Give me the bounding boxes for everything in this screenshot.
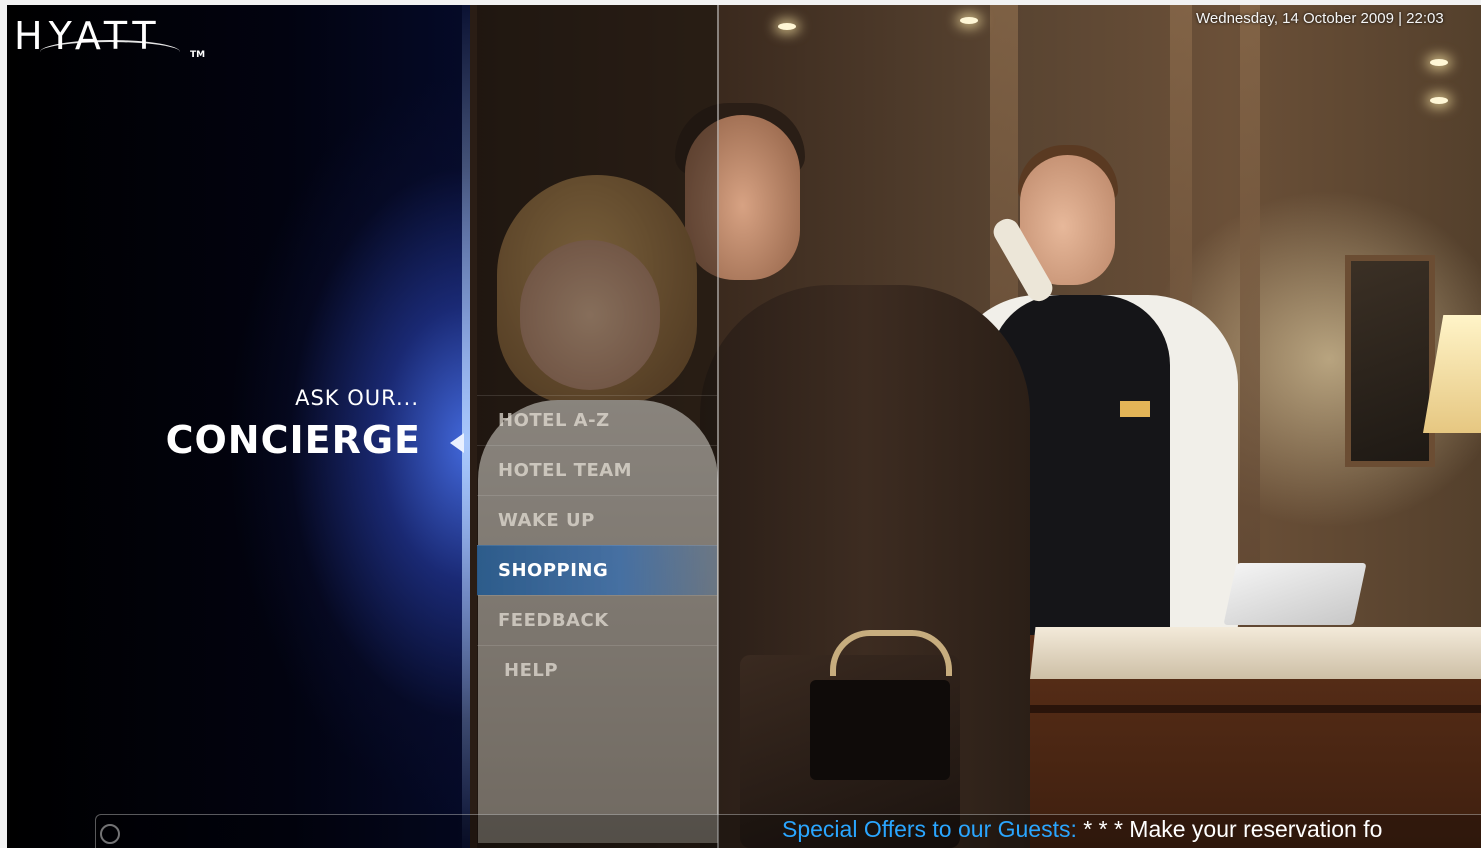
section-prefix: ASK OUR... (295, 386, 419, 410)
concierge-menu: HOTEL A-Z HOTEL TEAM WAKE UP SHOPPING FE… (477, 395, 717, 695)
menu-item-wake-up[interactable]: WAKE UP (477, 495, 717, 545)
menu-item-feedback[interactable]: FEEDBACK (477, 595, 717, 645)
sidebar-glow-edge (462, 5, 470, 848)
ticker-message: * * * Make your reservation fo (1076, 816, 1383, 842)
menu-item-shopping[interactable]: SHOPPING (477, 545, 717, 595)
menu-item-hotel-a-z[interactable]: HOTEL A-Z (477, 395, 717, 445)
ticker-text: Special Offers to our Guests: * * * Make… (782, 816, 1382, 843)
screen-frame-top (0, 0, 1481, 5)
triangle-left-icon (450, 433, 464, 453)
logo-swoosh (40, 40, 180, 64)
section-title: CONCIERGE (165, 418, 421, 462)
tv-portal-screen: HYATT TM ASK OUR... CONCIERGE HOTEL A-Z … (0, 0, 1481, 848)
datetime-display: Wednesday, 14 October 2009 | 22:03 (1196, 10, 1444, 27)
circle-icon (100, 824, 120, 844)
screen-frame-left (0, 0, 7, 848)
ticker-label: Special Offers to our Guests: (782, 816, 1077, 842)
menu-item-hotel-team[interactable]: HOTEL TEAM (477, 445, 717, 495)
menu-item-help[interactable]: HELP (477, 645, 717, 695)
logo-trademark: TM (190, 50, 206, 60)
